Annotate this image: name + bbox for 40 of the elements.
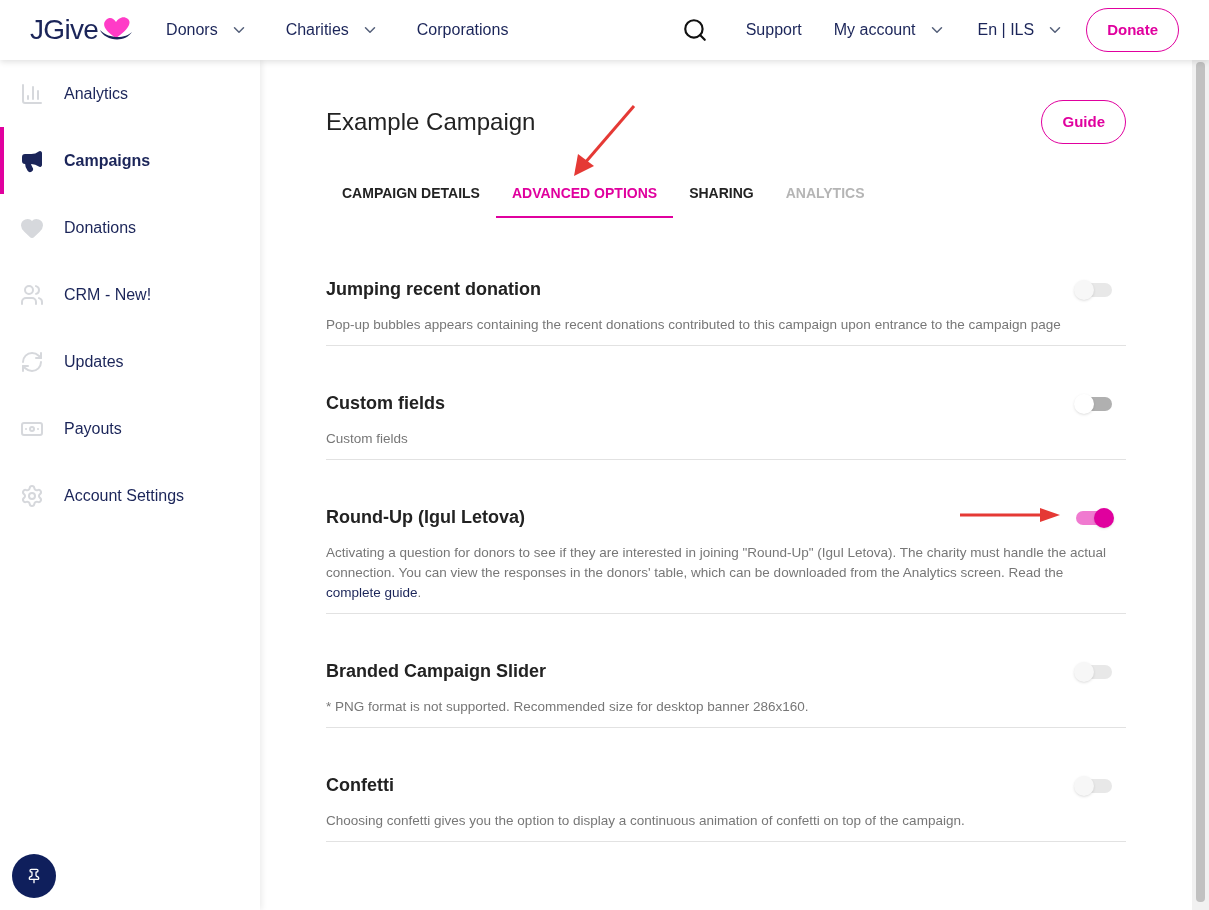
- nav-link[interactable]: My account: [833, 18, 916, 42]
- logo-text[interactable]: JGive: [30, 9, 99, 51]
- nav-link[interactable]: Support: [745, 18, 802, 42]
- option-description: Pop-up bubbles appears containing the recent donations contributed to this campaign upon entrance to the campaign page: [326, 316, 1062, 334]
- option-description: Activating a question for donors to see if they are interested in joining "Round-Up" (Igul Letova). The charity must handle the actual connection. You can view the responses in the donors' table, which can be downloaded from the Analytics screen. Read the complete guide.: [326, 544, 1108, 602]
- pin-button[interactable]: [12, 854, 56, 898]
- option-title: Confetti: [326, 774, 394, 797]
- refresh-icon: [20, 349, 44, 374]
- option-title: Round-Up (Igul Letova): [326, 506, 525, 529]
- nav-link[interactable]: En | ILS: [977, 18, 1035, 42]
- option-title: Branded Campaign Slider: [326, 660, 547, 683]
- option-description: * PNG format is not supported. Recommended size for desktop banner 286x160.: [326, 698, 810, 716]
- page-title: Example Campaign: [326, 107, 536, 137]
- sidebar-item[interactable]: Analytics: [0, 60, 260, 127]
- option-title: Jumping recent donation: [326, 278, 541, 301]
- sidebar-item[interactable]: Payouts: [0, 395, 260, 462]
- sidebar-item[interactable]: Donations: [0, 194, 260, 261]
- tab[interactable]: SHARING: [673, 170, 770, 218]
- sidebar-item[interactable]: Account Settings: [0, 462, 260, 529]
- sidebar-item[interactable]: Campaigns: [0, 127, 260, 194]
- option-description: Custom fields: [326, 430, 409, 448]
- option-title: Custom fields: [326, 392, 445, 415]
- users-icon: [20, 282, 44, 307]
- nav-link[interactable]: Charities: [285, 18, 349, 42]
- complete-guide-link[interactable]: complete guide: [326, 585, 418, 600]
- toggle-switch[interactable]: [1076, 510, 1112, 525]
- nav-link[interactable]: Corporations: [416, 18, 509, 42]
- scrollbar[interactable]: [1192, 60, 1209, 910]
- megaphone-icon: [20, 148, 44, 173]
- settings-icon: [20, 483, 44, 508]
- sidebar-item[interactable]: Updates: [0, 328, 260, 395]
- annotation-arrow: [572, 104, 636, 176]
- nav-link[interactable]: Donors: [166, 18, 218, 42]
- pin-icon: [26, 868, 42, 884]
- search-icon[interactable]: [681, 17, 708, 43]
- tab[interactable]: CAMPAIGN DETAILS: [326, 170, 496, 218]
- bar-chart-icon: [20, 81, 44, 106]
- sidebar-item[interactable]: CRM - New!: [0, 261, 260, 328]
- option-description: Choosing confetti gives you the option to display a continuous animation of confetti on top of the campaign.: [326, 812, 966, 830]
- toggle-switch[interactable]: [1076, 396, 1112, 411]
